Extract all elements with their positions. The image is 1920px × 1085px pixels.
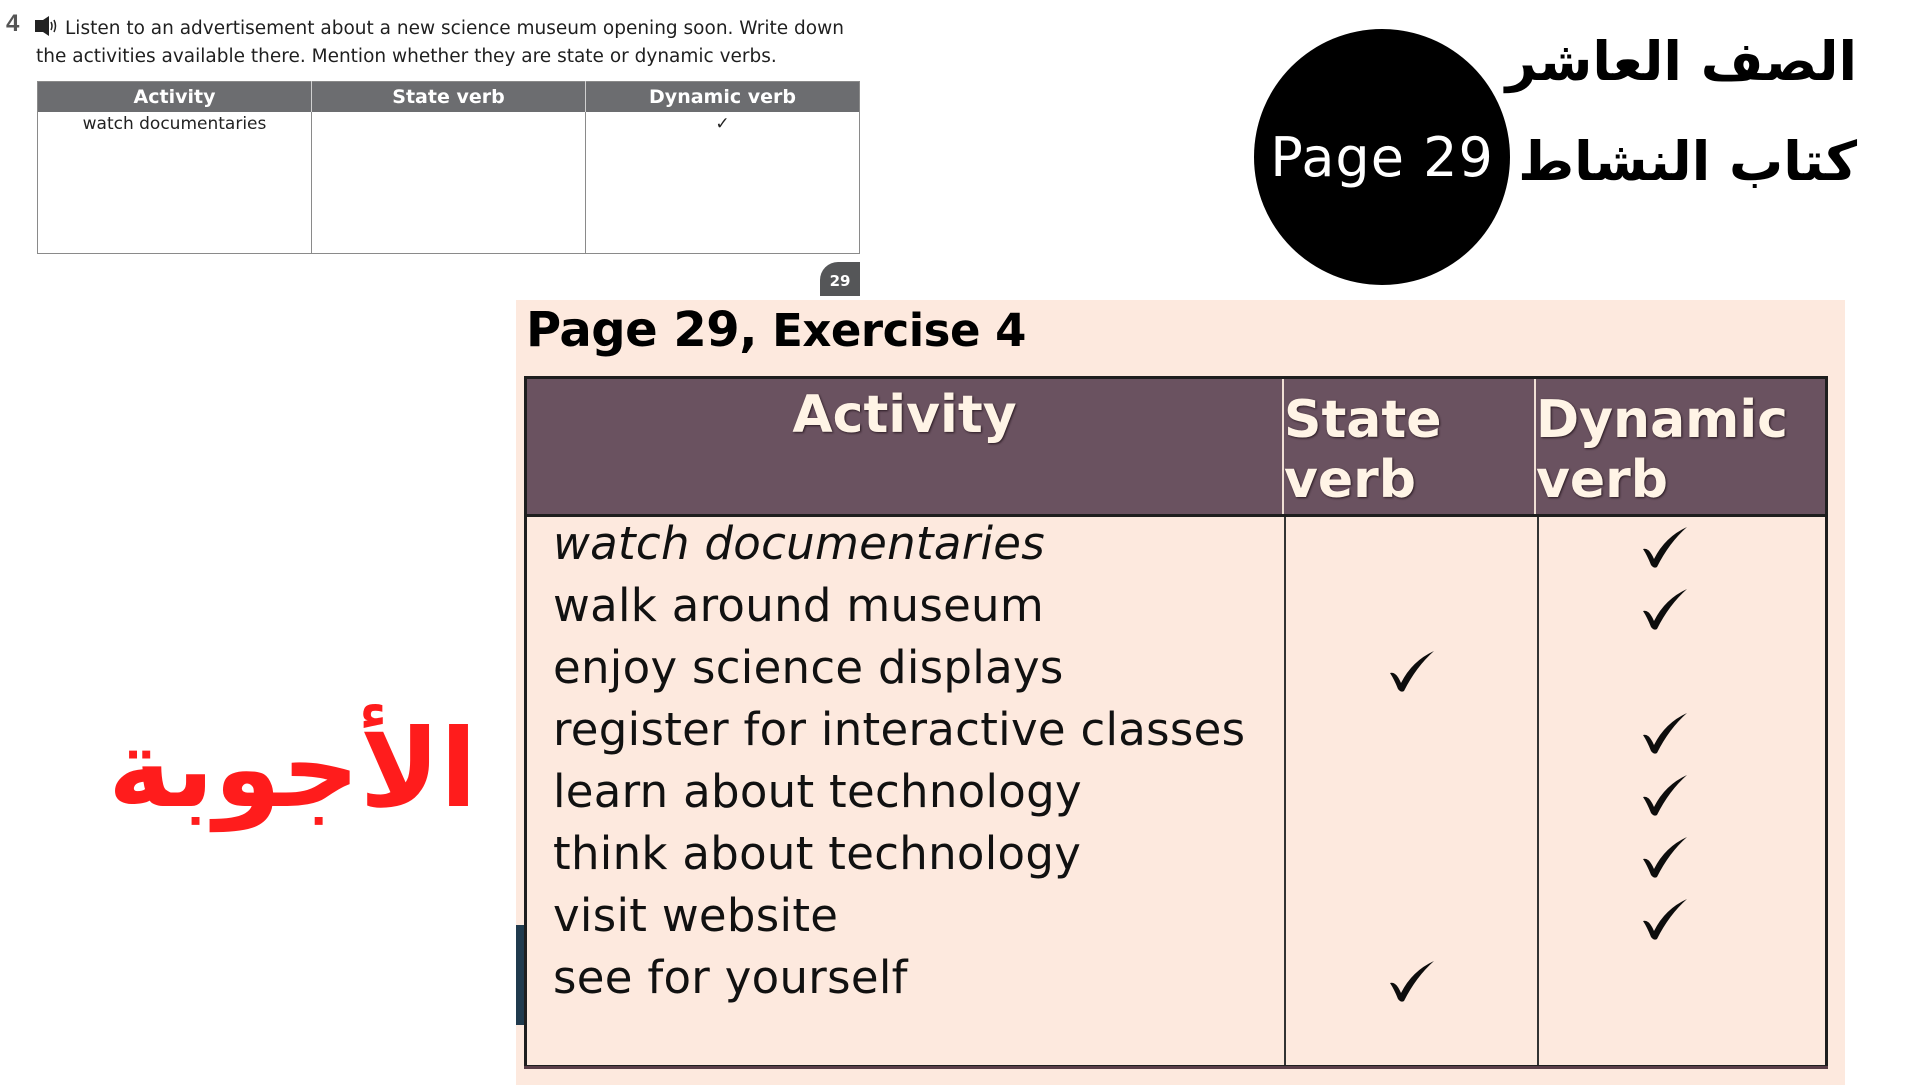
workbook-header-dynamic: Dynamic verb	[585, 81, 860, 112]
answer-table-header: Activity State verb Dynamic verb	[527, 379, 1825, 517]
header-state-line2: verb	[1284, 449, 1417, 510]
instruction-line-1: Listen to an advertisement about a new s…	[65, 18, 844, 39]
workbook-header-state: State verb	[311, 81, 586, 112]
table-bottom-border	[524, 1066, 1828, 1069]
page-badge-label: Page 29	[1270, 125, 1494, 189]
header-dynamic-line1: Dynamic	[1536, 389, 1789, 450]
exercise-number: 4	[6, 10, 20, 37]
table-row: watch documentaries	[527, 517, 1825, 579]
table-row: visit website	[527, 889, 1825, 951]
dynamic-check-icon	[1635, 705, 1695, 757]
workbook-header-activity: Activity	[37, 81, 312, 112]
answer-title-exercise: Exercise 4	[756, 304, 1026, 357]
activity-text: learn about technology	[553, 765, 1082, 818]
header-activity: Activity	[527, 379, 1284, 514]
workbook-table: Activity State verb Dynamic verb watch d…	[37, 81, 860, 254]
answers-label: الأجوبة	[108, 707, 478, 832]
workbook-example-dynamic: ✓	[715, 114, 730, 134]
instruction-line-2: the activities available there. Mention …	[36, 46, 777, 67]
answer-table: Activity State verb Dynamic verb watch d…	[524, 376, 1828, 1068]
answer-title-page: Page 29,	[526, 302, 757, 358]
state-check-icon	[1382, 643, 1442, 695]
dynamic-check-icon	[1635, 519, 1695, 571]
activity-text: register for interactive classes	[553, 703, 1246, 756]
page-badge: Page 29	[1254, 29, 1510, 285]
decorative-bar	[516, 925, 524, 1025]
table-row: think about technology	[527, 827, 1825, 889]
workbook-example-state	[311, 112, 586, 254]
grade-title: الصف العاشر	[1505, 30, 1857, 93]
dynamic-check-icon	[1635, 891, 1695, 943]
state-check-icon	[1382, 953, 1442, 1005]
dynamic-check-icon	[1635, 767, 1695, 819]
book-title: كتاب النشاط	[1518, 130, 1857, 193]
table-row: walk around museum	[527, 579, 1825, 641]
speaker-icon[interactable]	[34, 16, 58, 36]
activity-text: see for yourself	[553, 951, 908, 1004]
activity-text: walk around museum	[553, 579, 1045, 632]
table-row: enjoy science displays	[527, 641, 1825, 703]
exercise-instructions: Listen to an advertisement about a new s…	[36, 15, 865, 71]
table-row: register for interactive classes	[527, 703, 1825, 765]
activity-text: watch documentaries	[553, 517, 1046, 570]
dynamic-check-icon	[1635, 829, 1695, 881]
page-number-tab: 29	[820, 262, 860, 296]
activity-text: enjoy science displays	[553, 641, 1064, 694]
table-row: see for yourself	[527, 951, 1825, 1013]
header-state-line1: State	[1284, 389, 1442, 450]
table-row: learn about technology	[527, 765, 1825, 827]
workbook-example-row: watch documentaries ✓	[37, 112, 860, 254]
answer-title: Page 29, Exercise 4	[526, 302, 1026, 358]
workbook-example-activity: watch documentaries	[37, 112, 312, 254]
activity-text: visit website	[553, 889, 839, 942]
header-state-verb: State verb	[1284, 379, 1536, 514]
header-dynamic-verb: Dynamic verb	[1536, 379, 1825, 514]
answer-table-body: watch documentaries walk around museum enj…	[527, 517, 1825, 1065]
dynamic-check-icon	[1635, 581, 1695, 633]
activity-text: think about technology	[553, 827, 1082, 880]
header-dynamic-line2: verb	[1536, 449, 1669, 510]
